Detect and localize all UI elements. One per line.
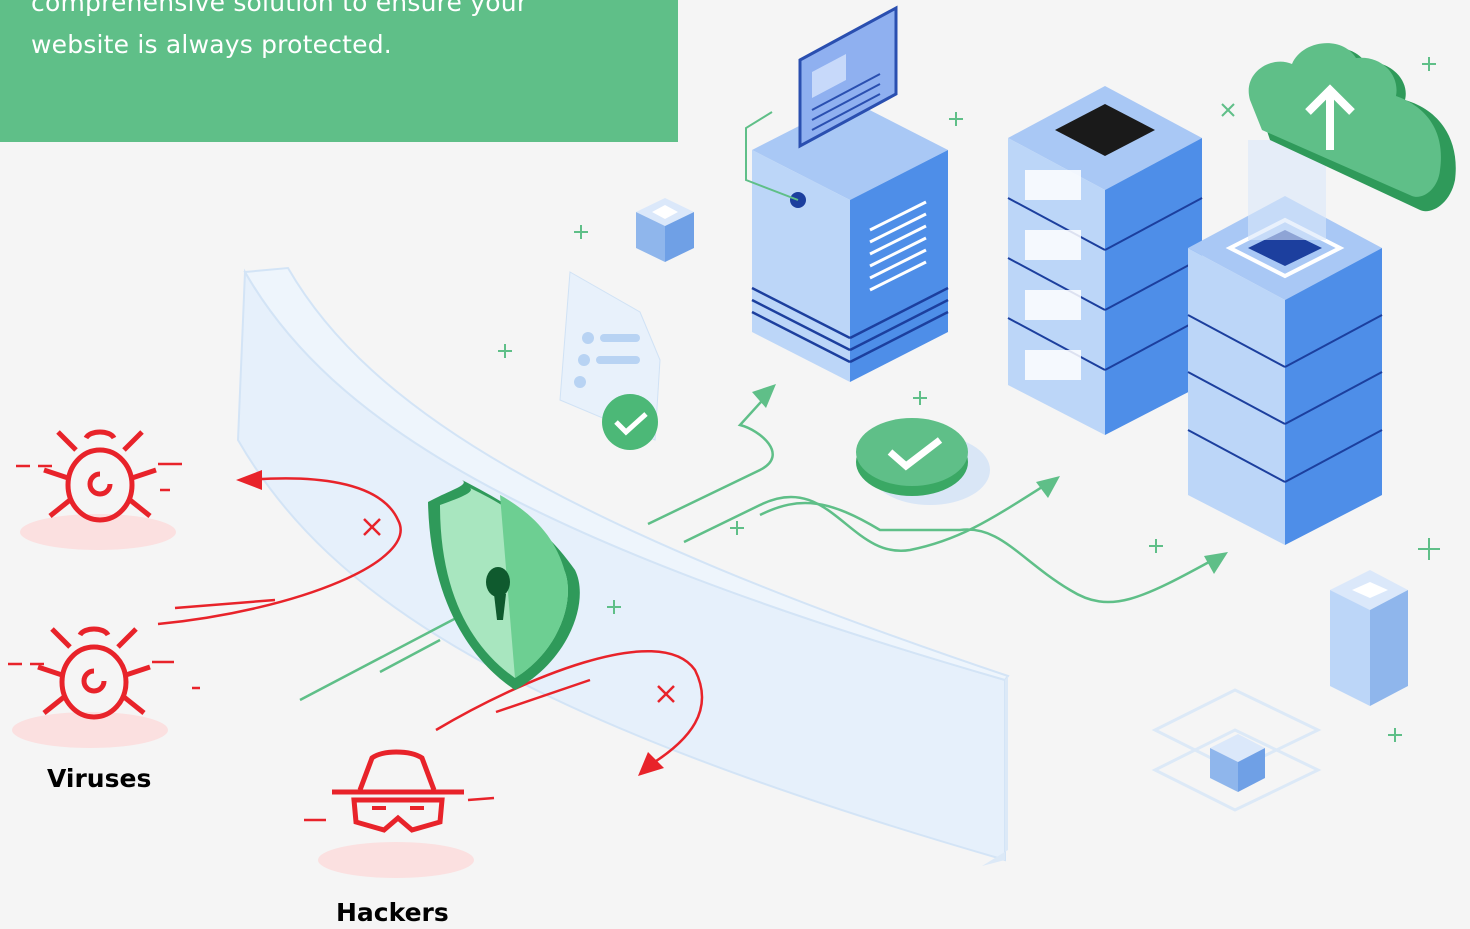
virus-bug-icon	[8, 626, 200, 748]
server-icon	[1187, 140, 1383, 545]
checkmark-badge-icon	[856, 418, 990, 505]
viruses-label: Viruses	[47, 764, 152, 793]
hackers-label: Hackers	[336, 898, 449, 927]
security-illustration	[8, 5, 1456, 878]
server-icon	[745, 5, 949, 382]
virus-bug-icon	[16, 429, 182, 550]
document-icon	[559, 271, 661, 450]
server-icon	[1007, 86, 1203, 435]
hacker-mask-icon	[304, 749, 495, 878]
cube-icon	[1151, 688, 1322, 812]
cube-icon	[636, 198, 694, 262]
cube-icon	[1330, 570, 1408, 706]
